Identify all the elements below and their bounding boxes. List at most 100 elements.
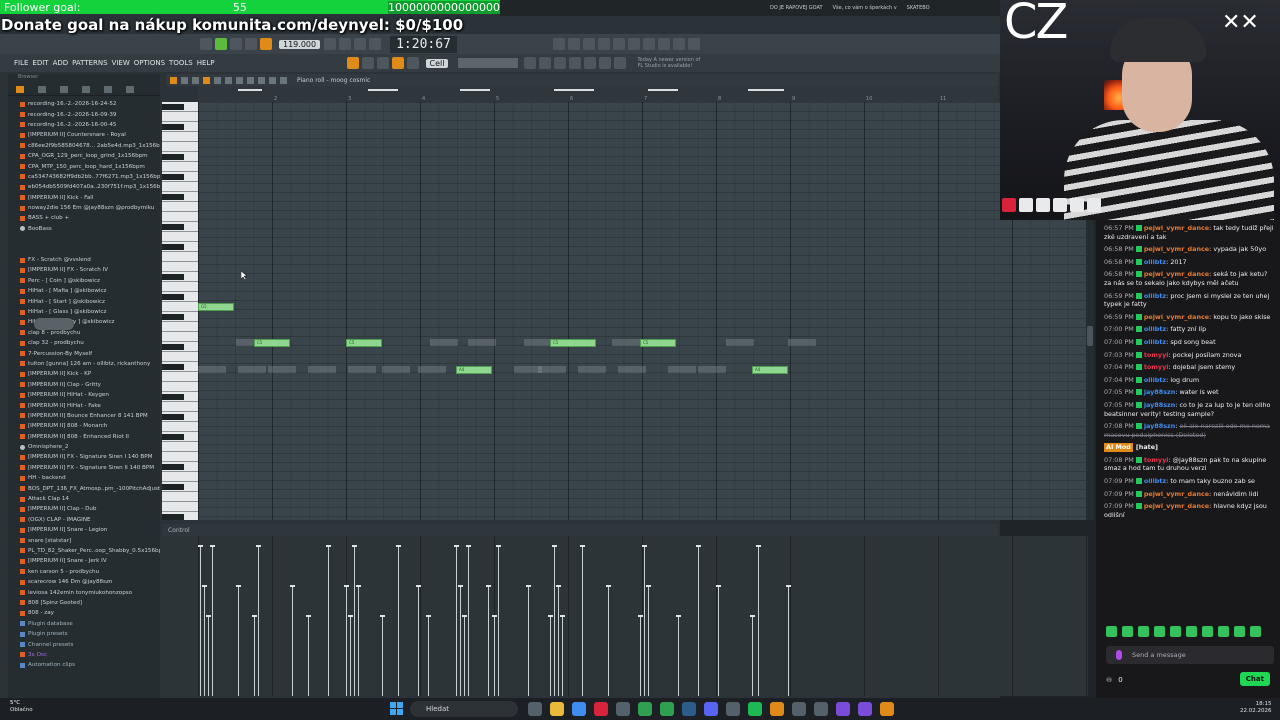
paint-icon[interactable] — [214, 76, 221, 84]
velocity-bar[interactable] — [380, 615, 385, 696]
browser-item[interactable]: HH - backend — [8, 473, 160, 483]
browser-section[interactable]: Automation clips — [8, 660, 160, 670]
chat-username[interactable]: ollibtz — [1144, 292, 1166, 300]
black-key[interactable] — [162, 394, 184, 400]
chat-username[interactable]: pejwl_vymr_dance — [1144, 224, 1209, 232]
velocity-bar[interactable] — [526, 585, 531, 696]
chat-username[interactable]: jay88szn — [1144, 401, 1175, 409]
midi-note[interactable]: G5 — [198, 303, 234, 311]
brush-icon[interactable] — [406, 57, 419, 69]
tool-icon[interactable] — [584, 57, 597, 69]
browser-item[interactable]: clap 8 - prodbychu — [8, 328, 160, 338]
menu-edit[interactable]: EDIT — [32, 59, 48, 67]
browser-item[interactable]: FX - Scratch @vvslend — [8, 255, 160, 265]
menu-tools[interactable]: TOOLS — [169, 59, 193, 67]
play-icon[interactable] — [230, 38, 242, 50]
chat-username[interactable]: ollibtz — [1144, 325, 1166, 333]
task-view-icon[interactable] — [528, 702, 542, 716]
select-icon[interactable] — [258, 76, 265, 84]
browser-item[interactable]: eb054db5509fd407a0a..230f751f.mp3_1x156b… — [8, 182, 160, 192]
velocity-bar[interactable] — [426, 615, 431, 696]
chat-send-button[interactable]: Chat — [1239, 672, 1270, 686]
black-key[interactable] — [162, 344, 184, 350]
menu-view[interactable]: VIEW — [112, 59, 130, 67]
browser-item[interactable]: noway2die 156 Em @jay88szn @prodbymiku — [8, 203, 160, 213]
browser-item[interactable]: ca534743682ff9db2bb..77f6271.mp3_1x156bp… — [8, 172, 160, 182]
app-icon[interactable] — [814, 702, 828, 716]
gear-icon[interactable] — [614, 57, 627, 69]
audio-icon[interactable] — [82, 86, 90, 93]
velocity-bar[interactable] — [206, 615, 211, 696]
browser-item[interactable]: [IMPERIUM II] FX - Signature Siren I 140… — [8, 452, 160, 462]
wait-record-icon[interactable] — [339, 38, 352, 50]
browser-item[interactable]: leviosa 142emin tonymiukohonzopso — [8, 587, 160, 597]
plugin-picker-icon[interactable] — [642, 38, 655, 50]
browser-section[interactable]: Channel presets — [8, 639, 160, 649]
update-notice[interactable]: Today A newer version of FL Studio is av… — [637, 57, 700, 69]
velocity-bar[interactable] — [462, 615, 467, 696]
browser-item[interactable]: HiHat - [ Mafia ] @skibowicz — [8, 286, 160, 296]
snap-icon[interactable] — [346, 57, 359, 69]
chat-username[interactable]: ollibtz — [1144, 338, 1166, 346]
velocity-bar[interactable] — [716, 585, 721, 696]
velocity-bar[interactable] — [210, 545, 215, 696]
weather-widget[interactable]: 5°C Oblačno — [10, 700, 33, 714]
metronome-icon[interactable] — [324, 38, 337, 50]
plugin-icon[interactable] — [569, 57, 582, 69]
browser-item[interactable]: BOS_DPT_136_FX_Atmosp..pm_-100PitchAdjus… — [8, 483, 160, 493]
velocity-bar[interactable] — [496, 545, 501, 696]
velocity-bar[interactable] — [416, 585, 421, 696]
midi-note[interactable]: A4 — [456, 366, 492, 374]
pencil-icon[interactable] — [203, 76, 210, 84]
velocity-bar[interactable] — [458, 585, 463, 696]
app-icon[interactable] — [792, 702, 806, 716]
velocity-bar[interactable] — [646, 585, 651, 696]
browser-item[interactable]: [IMPERIUM II] FX - Signature Siren II 14… — [8, 463, 160, 473]
app-icon[interactable] — [836, 702, 850, 716]
emote-icon[interactable] — [1234, 626, 1245, 637]
emote-icon[interactable] — [1138, 626, 1149, 637]
browser-item[interactable]: [IMPERIUM II] Kick - Fall — [8, 193, 160, 203]
menu-options[interactable]: OPTIONS — [134, 59, 165, 67]
black-key[interactable] — [162, 244, 184, 250]
browser-item[interactable]: [IMPERIUM II] Countersnare - Royal — [8, 130, 160, 140]
velocity-bar[interactable] — [396, 545, 401, 696]
black-key[interactable] — [162, 364, 184, 370]
velocity-bar[interactable] — [642, 545, 647, 696]
velocity-bar[interactable] — [352, 545, 357, 696]
folder-icon[interactable] — [38, 86, 46, 93]
browser-item[interactable]: [IMPERIUM II] FX - Scratch IV — [8, 265, 160, 275]
channel-points-icon[interactable]: ♾ — [1106, 676, 1112, 684]
start-button[interactable] — [390, 702, 403, 715]
velocity-bar[interactable] — [756, 545, 761, 696]
black-key[interactable] — [162, 514, 184, 520]
browser-item[interactable]: snare [statstar] — [8, 535, 160, 545]
fl-studio-icon[interactable] — [770, 702, 784, 716]
velocity-bar[interactable] — [202, 585, 207, 696]
black-key[interactable] — [162, 294, 184, 300]
stem-separator-icon[interactable] — [672, 38, 685, 50]
system-clock[interactable]: 18:15 22.02.2026 — [1240, 701, 1272, 715]
chat-username[interactable]: pejwl_vymr_dance — [1144, 502, 1209, 510]
browser-item[interactable]: [IMPERIUM II] 808 - Enhanced Riot II — [8, 432, 160, 442]
piano-keyboard[interactable] — [162, 102, 198, 520]
snap-select[interactable]: Cell — [425, 58, 449, 68]
velocity-bar[interactable] — [236, 585, 241, 696]
browser-item[interactable]: Perc - [ Coin ] @skibowicz — [8, 276, 160, 286]
playback-icon[interactable] — [280, 76, 287, 84]
browser-item[interactable]: 7-Percussion-By Myself — [8, 348, 160, 358]
emote-icon[interactable] — [1106, 626, 1117, 637]
piano-roll-icon[interactable] — [582, 38, 595, 50]
velocity-bar[interactable] — [256, 545, 261, 696]
channels-icon[interactable] — [554, 57, 567, 69]
velocity-bar[interactable] — [344, 585, 349, 696]
download-icon[interactable] — [687, 38, 700, 50]
view-icon[interactable] — [524, 57, 537, 69]
zoom-icon[interactable] — [269, 76, 276, 84]
tempo-display[interactable]: 119.000 — [279, 39, 321, 49]
midi-note[interactable]: C5 — [346, 339, 382, 347]
velocity-bar[interactable] — [552, 545, 557, 696]
slide-icon[interactable] — [361, 57, 374, 69]
menu-add[interactable]: ADD — [53, 59, 69, 67]
star-icon[interactable] — [126, 86, 134, 93]
